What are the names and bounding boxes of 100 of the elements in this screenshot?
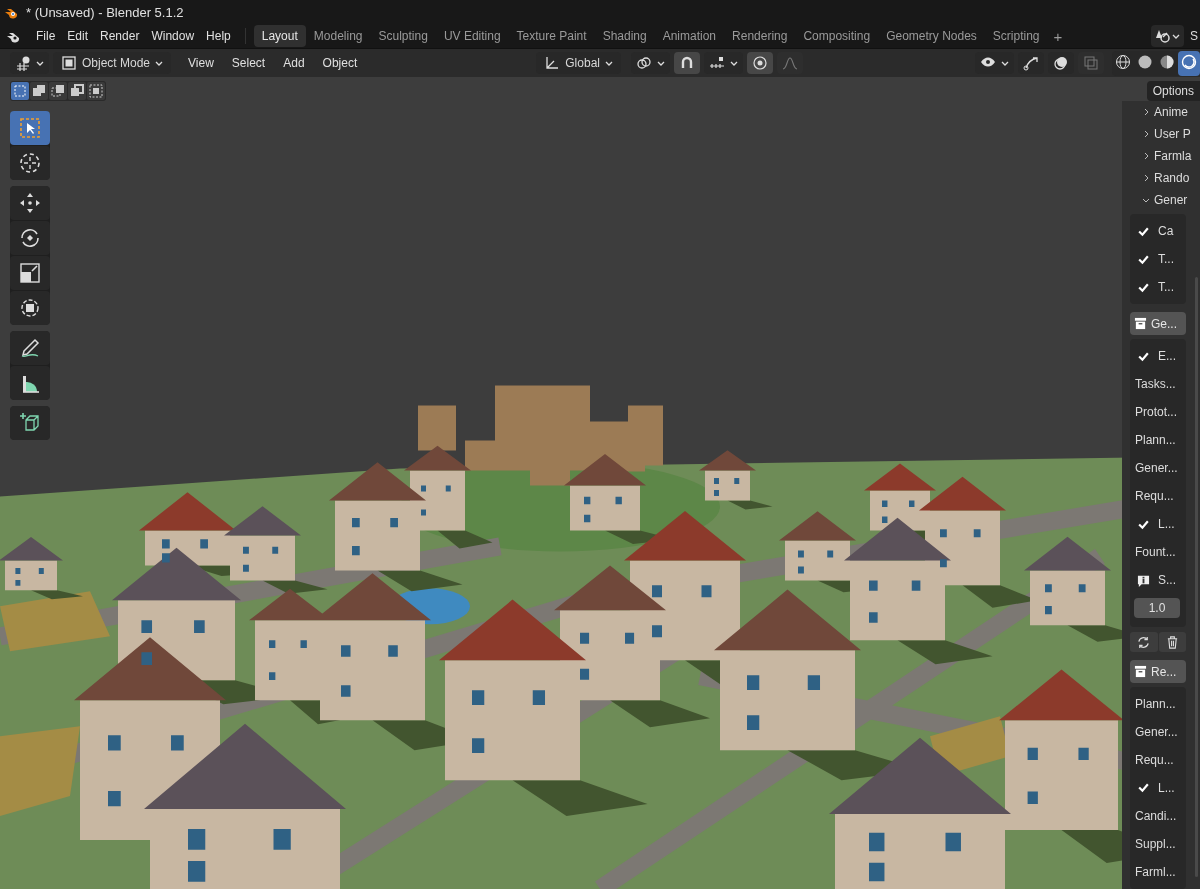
workspace-tab[interactable]: UV Editing <box>435 25 509 47</box>
panel-header[interactable]: Anime <box>1122 101 1200 123</box>
operator-button[interactable]: Ge... <box>1130 312 1186 336</box>
scene-type-button[interactable] <box>1151 25 1184 47</box>
workspace-tab[interactable]: Compositing <box>795 25 879 47</box>
checkbox[interactable]: L... <box>1130 774 1186 802</box>
shading-mode-button[interactable] <box>1178 50 1200 76</box>
tool-button[interactable] <box>10 331 50 365</box>
operator-button[interactable]: Farml... <box>1130 858 1186 886</box>
tool-button[interactable] <box>10 256 50 290</box>
operator-button[interactable]: Fount... <box>1130 538 1186 567</box>
select-mode-button[interactable] <box>30 82 48 100</box>
info-icon <box>1137 573 1150 587</box>
panel-header[interactable]: Gener <box>1122 188 1200 211</box>
menu-item[interactable]: Window <box>145 26 201 46</box>
workspace-tab[interactable]: Geometry Nodes <box>878 25 985 47</box>
orientation-label: Global <box>565 56 600 70</box>
workspace-tab[interactable]: Rendering <box>724 25 796 47</box>
select-mode-button[interactable] <box>87 82 105 100</box>
scale-icon <box>18 261 42 285</box>
operator-button[interactable]: Requ... <box>1130 746 1186 774</box>
tool-button[interactable] <box>10 186 50 220</box>
refresh-button[interactable] <box>1130 632 1158 653</box>
caret-icon <box>1001 59 1009 67</box>
select-box-icon <box>18 116 42 140</box>
caret-icon <box>155 59 164 67</box>
select-mode-button[interactable] <box>49 82 67 100</box>
menu-item[interactable]: Add <box>276 53 312 73</box>
checkbox[interactable]: Ca <box>1130 217 1186 246</box>
checkbox-label: L... <box>1158 781 1175 795</box>
panel-header[interactable]: User P <box>1122 122 1200 145</box>
caret-icon <box>729 59 738 67</box>
operator-button[interactable]: Plann... <box>1130 426 1186 455</box>
tool-button[interactable] <box>10 111 50 145</box>
delete-button[interactable] <box>1158 632 1186 653</box>
object-mode-icon <box>61 55 77 71</box>
options-button[interactable]: Options <box>1146 81 1200 101</box>
select-mode-button[interactable] <box>68 82 86 100</box>
wireframe-sphere-icon <box>1115 53 1131 70</box>
operator-button[interactable]: Suppl... <box>1130 830 1186 858</box>
tool-button[interactable] <box>10 406 50 440</box>
move-arrows-icon <box>18 191 42 215</box>
panel-title: Gener <box>1154 192 1188 207</box>
operator-button[interactable]: Plann... <box>1130 690 1186 718</box>
workspace-tab[interactable]: Modeling <box>305 25 371 47</box>
caret-icon <box>656 59 665 67</box>
workspace-tab[interactable]: Shading <box>594 25 655 47</box>
tool-button[interactable] <box>10 291 50 325</box>
tool-button[interactable] <box>10 366 50 400</box>
gizmo-arrow-icon <box>1023 55 1039 71</box>
button-label: Ge... <box>1151 316 1177 331</box>
proportional-editing-toggle[interactable] <box>746 52 773 74</box>
panel-title: Farmla <box>1154 148 1192 163</box>
panel-title: Anime <box>1154 104 1188 119</box>
snap-toggle[interactable] <box>673 52 700 74</box>
workspace-tab[interactable]: Sculpting <box>370 25 436 47</box>
refresh-icon <box>1137 635 1151 649</box>
scene-name[interactable]: S <box>1190 29 1200 43</box>
grid-sphere-icon <box>15 55 31 71</box>
add-workspace-button[interactable]: + <box>1047 26 1069 46</box>
workspace-tab[interactable]: Scripting <box>984 25 1048 47</box>
workspace-tab[interactable]: Texture Paint <box>508 25 595 47</box>
mode-label: Object Mode <box>82 56 151 70</box>
material-sphere-icon <box>1159 53 1175 70</box>
checkbox[interactable]: T... <box>1130 245 1186 274</box>
menu-item[interactable]: Object <box>315 53 365 73</box>
operator-button[interactable]: Requ... <box>1130 482 1186 511</box>
checkbox-label: Ca <box>1158 224 1174 239</box>
checkbox[interactable]: L... <box>1130 510 1186 539</box>
checkbox[interactable]: T... <box>1130 273 1186 302</box>
target-circle-icon <box>751 55 768 71</box>
checkbox-label: L... <box>1158 517 1175 532</box>
tool-button[interactable] <box>10 146 50 180</box>
operator-button[interactable]: Re... <box>1130 660 1186 683</box>
menu-item[interactable]: Help <box>200 26 237 46</box>
archive-box-icon <box>1134 317 1147 331</box>
menu-item[interactable]: View <box>181 53 221 73</box>
operator-button[interactable]: Protot... <box>1130 398 1186 427</box>
tool-button[interactable] <box>10 221 50 255</box>
operator-button[interactable]: Gener... <box>1130 454 1186 483</box>
operator-button[interactable]: Gener... <box>1130 718 1186 746</box>
number-field[interactable]: 1.0 <box>1134 598 1180 619</box>
operator-button[interactable]: Candi... <box>1130 802 1186 830</box>
menu-item[interactable]: File <box>30 26 62 46</box>
panel-header[interactable]: Farmla <box>1122 144 1200 167</box>
squares-icon <box>13 84 27 98</box>
checkbox[interactable]: E... <box>1130 342 1186 371</box>
panel-header[interactable]: Rando <box>1122 166 1200 189</box>
rotate-icon <box>18 226 42 250</box>
workspace-tab[interactable]: Animation <box>654 25 725 47</box>
orientation-dropdown[interactable]: Global <box>536 52 621 74</box>
mode-dropdown[interactable]: Object Mode <box>53 52 172 74</box>
operator-button[interactable]: Tasks... <box>1130 370 1186 399</box>
menu-item[interactable]: Select <box>224 53 273 73</box>
workspace-tab[interactable]: Layout <box>253 25 306 47</box>
menu-item[interactable]: Render <box>94 26 146 46</box>
archive-box-icon <box>1134 665 1147 679</box>
snap-target-dropdown[interactable] <box>703 52 743 74</box>
checkbox-label: T... <box>1158 252 1174 267</box>
menu-item[interactable]: Edit <box>61 26 95 46</box>
